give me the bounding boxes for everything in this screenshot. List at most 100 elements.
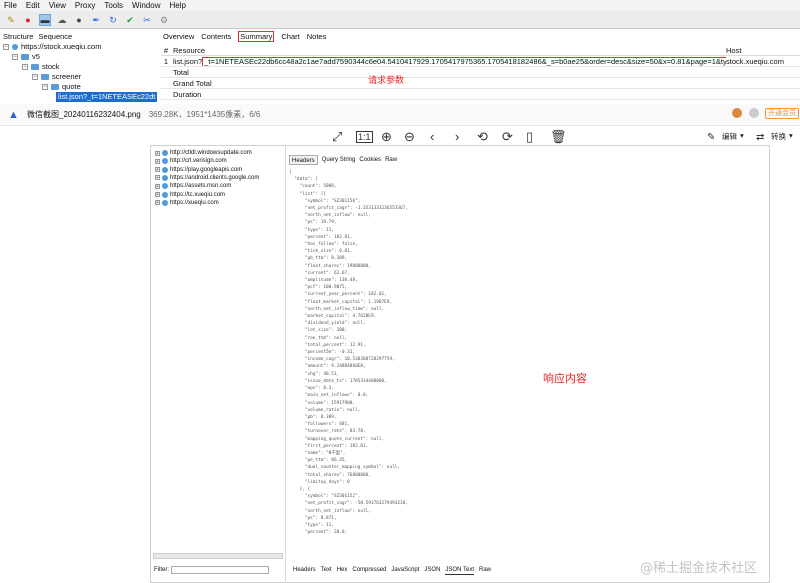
tab-sequence[interactable]: Sequence xyxy=(38,31,72,42)
zoom-in-icon[interactable]: ⊕ xyxy=(381,129,392,145)
table-row[interactable]: 1 list.json? _t=1NETEASEc22db6cc48a2c1ae7… xyxy=(161,56,800,67)
expand-icon[interactable]: + xyxy=(155,167,160,173)
tree-node-root[interactable]: − https://stock.xueqiu.com xyxy=(3,42,101,52)
json-line: "amount": 9.24884860E8, xyxy=(289,364,366,370)
json-line: "float_shares": 19000000, xyxy=(289,263,371,269)
check-icon[interactable]: ✔ xyxy=(124,14,136,26)
bottom-tab-json[interactable]: JSON xyxy=(424,566,440,575)
inner-tab-raw[interactable]: Raw xyxy=(385,155,397,165)
collapse-icon[interactable]: − xyxy=(32,74,38,80)
table-row[interactable]: Total xyxy=(161,67,800,78)
host-list-item[interactable]: + https://tc.xueqiu.com xyxy=(155,191,225,199)
menu-file[interactable]: File xyxy=(4,0,17,11)
throttle-icon[interactable]: ▬ xyxy=(39,13,51,26)
host-list-item[interactable]: + https://assets.msn.com xyxy=(155,182,231,190)
menu-proxy[interactable]: Proxy xyxy=(75,0,95,11)
tree-node-screener[interactable]: − screener xyxy=(32,72,81,82)
host-list-item[interactable]: + https://xueqiu.com xyxy=(155,199,219,207)
bottom-tab-hex[interactable]: Hex xyxy=(337,566,348,575)
collapse-icon[interactable]: − xyxy=(12,54,18,60)
viewer-title-bar: ▲ 微信截图_20240116232404.png 369.28K，1951*1… xyxy=(0,104,800,126)
inner-tab-headers[interactable]: Headers xyxy=(289,155,318,165)
bottom-tab-compressed[interactable]: Compressed xyxy=(352,566,386,575)
json-line: "turnover_rate": 83.78, xyxy=(289,429,366,435)
folder-icon xyxy=(21,54,29,60)
inner-tab-cookies[interactable]: Cookies xyxy=(359,155,381,165)
chevron-down-icon[interactable]: ▾ xyxy=(740,131,744,140)
delete-icon[interactable]: 🗑 xyxy=(550,129,567,145)
host-list-item[interactable]: + http://crl.verisign.com xyxy=(155,157,227,165)
file-info: 369.28K，1951*1435像素，6/6 xyxy=(148,110,261,119)
tab-summary[interactable]: Summary xyxy=(238,31,275,42)
bottom-tab-raw[interactable]: Raw xyxy=(479,566,491,575)
expand-icon[interactable]: + xyxy=(155,183,160,189)
menu-tools[interactable]: Tools xyxy=(104,0,123,11)
tree-node-selected[interactable]: list.json?_t=1NETEASEc22dt xyxy=(56,92,158,102)
expand-icon[interactable]: + xyxy=(155,150,160,156)
collapse-icon[interactable]: − xyxy=(22,64,28,70)
mouse-icon[interactable]: ▯ xyxy=(526,129,533,145)
fullscreen-icon[interactable]: ⤢ xyxy=(332,129,342,145)
bottom-tab-text[interactable]: Text xyxy=(321,566,332,575)
user-icon[interactable] xyxy=(749,108,759,118)
host-list-item[interactable]: + https://android.clients.google.com xyxy=(155,174,259,182)
response-content-label: 响应内容 xyxy=(543,372,587,385)
zoom-out-icon[interactable]: ⊖ xyxy=(404,129,415,145)
breakpoint-icon[interactable]: ☁ xyxy=(56,14,68,26)
request-query-highlight: _t=1NETEASEc22db6cc48a2c1ae7add7590344c6… xyxy=(202,57,726,66)
tree-node-stock[interactable]: − stock xyxy=(22,62,60,72)
json-line: "total_percent": 12.91, xyxy=(289,342,366,348)
edit-icon[interactable]: ✎ xyxy=(707,130,715,146)
host-list-item[interactable]: + https://play.googleapis.com xyxy=(155,166,242,174)
menu-bar: File Edit View Proxy Tools Window Help xyxy=(0,0,800,11)
pen-icon[interactable]: ✒ xyxy=(90,14,102,26)
tools-icon[interactable]: ✂ xyxy=(141,14,153,26)
expand-icon[interactable]: + xyxy=(155,200,160,206)
menu-view[interactable]: View xyxy=(49,0,66,11)
stop-icon[interactable]: ● xyxy=(73,14,85,26)
collapse-icon[interactable]: − xyxy=(42,84,48,90)
bottom-tab-json-text[interactable]: JSON Text xyxy=(445,566,474,575)
tab-structure[interactable]: Structure xyxy=(3,31,33,42)
bottom-tab-javascript[interactable]: JavaScript xyxy=(391,566,419,575)
previous-icon[interactable]: ‹ xyxy=(430,129,434,145)
settings-icon[interactable]: ⚙ xyxy=(158,14,170,26)
rotate-right-icon[interactable]: ⟳ xyxy=(502,129,513,145)
json-line: "data": { xyxy=(289,177,319,183)
inner-tab-query-string[interactable]: Query String xyxy=(322,155,356,165)
tree-node-quote[interactable]: − quote xyxy=(42,82,81,92)
collapse-icon[interactable]: − xyxy=(3,44,9,50)
convert-button[interactable]: 转换 xyxy=(771,131,786,142)
rotate-left-icon[interactable]: ⟲ xyxy=(477,129,488,145)
expand-icon[interactable]: + xyxy=(155,192,160,198)
json-line: "percent5m": -0.31, xyxy=(289,350,356,356)
broom-icon[interactable]: ✎ xyxy=(5,14,17,26)
avatar[interactable] xyxy=(732,108,742,118)
menu-help[interactable]: Help xyxy=(169,0,185,11)
host-list-item[interactable]: + http://ctldl.windowsupdate.com xyxy=(155,149,252,157)
convert-icon[interactable]: ⇄ xyxy=(756,130,764,146)
actual-size-icon[interactable]: 1:1 xyxy=(356,131,373,143)
refresh-icon[interactable]: ↻ xyxy=(107,14,119,26)
next-icon[interactable]: › xyxy=(455,129,459,145)
record-icon[interactable]: ● xyxy=(22,14,34,26)
tree-node-v5[interactable]: − v5 xyxy=(12,52,40,62)
horizontal-scrollbar[interactable] xyxy=(153,553,283,559)
bottom-tab-headers[interactable]: Headers xyxy=(293,566,316,575)
structure-tree: − https://stock.xueqiu.com − v5 − stock − sc… xyxy=(0,42,158,104)
table-row[interactable]: Duration xyxy=(161,89,800,100)
expand-icon[interactable]: + xyxy=(155,175,160,181)
tab-overview[interactable]: Overview xyxy=(163,31,194,43)
menu-edit[interactable]: Edit xyxy=(26,0,40,11)
vip-button[interactable]: 开通会员 xyxy=(765,108,799,119)
filter-input[interactable] xyxy=(171,566,269,574)
edit-button[interactable]: 编辑 xyxy=(722,131,737,142)
menu-window[interactable]: Window xyxy=(132,0,160,11)
json-line: "eps": 0.3, xyxy=(289,386,334,392)
table-row[interactable]: Grand Total xyxy=(161,78,800,89)
tab-contents[interactable]: Contents xyxy=(201,31,231,43)
tab-notes[interactable]: Notes xyxy=(307,31,327,43)
expand-icon[interactable]: + xyxy=(155,158,160,164)
chevron-down-icon[interactable]: ▾ xyxy=(789,131,793,140)
tab-chart[interactable]: Chart xyxy=(281,31,299,43)
